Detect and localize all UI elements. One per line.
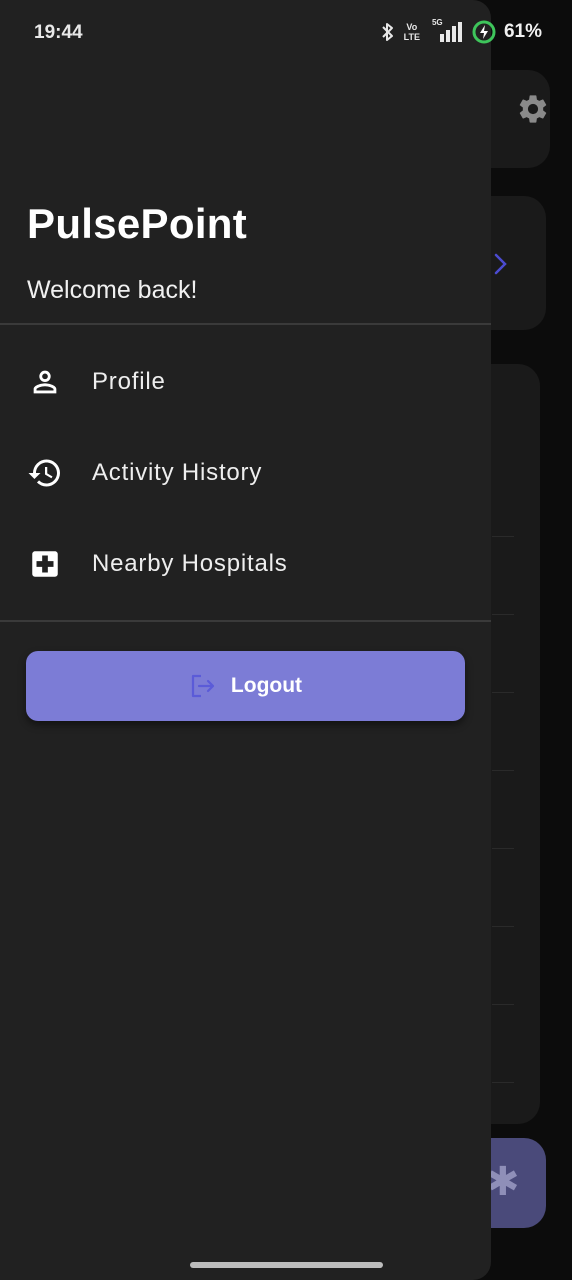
logout-button[interactable]: Logout [26, 651, 465, 721]
background-divider [492, 770, 514, 771]
menu-item-activity-history[interactable]: Activity History [0, 433, 491, 513]
status-icons: Vo LTE 5G 61% [380, 18, 542, 44]
menu-item-profile[interactable]: Profile [0, 342, 491, 422]
background-divider [492, 536, 514, 537]
menu-label-activity-history: Activity History [92, 459, 263, 486]
volte-icon: Vo LTE [403, 22, 420, 42]
app-title: PulsePoint [27, 200, 248, 247]
person-icon [26, 363, 64, 401]
background-divider [492, 1082, 514, 1083]
bluetooth-icon [381, 23, 393, 41]
chevron-right-icon [494, 253, 507, 275]
status-bar: 19:44 Vo LTE 5G 61% [0, 0, 572, 70]
background-divider [492, 1004, 514, 1005]
logout-icon [191, 674, 215, 698]
menu-label-profile: Profile [92, 368, 166, 395]
header-divider [0, 323, 491, 325]
background-divider [492, 926, 514, 927]
battery-charging-icon [472, 20, 496, 44]
background-divider [492, 848, 514, 849]
home-indicator[interactable] [190, 1262, 383, 1268]
status-time: 19:44 [34, 22, 83, 43]
settings-icon [519, 95, 547, 123]
hospital-icon [26, 545, 64, 583]
background-divider [492, 692, 514, 693]
welcome-text: Welcome back! [27, 276, 198, 304]
battery-percent: 61% [503, 21, 542, 42]
menu-item-nearby-hospitals[interactable]: Nearby Hospitals [0, 524, 491, 604]
menu-label-nearby-hospitals: Nearby Hospitals [92, 550, 288, 577]
signal-icon: 5G [428, 18, 464, 44]
history-icon [26, 454, 64, 492]
menu-divider [0, 620, 491, 622]
logout-label: Logout [230, 674, 303, 697]
navigation-drawer: PulsePoint Welcome back! Profile Activit… [0, 0, 491, 1280]
background-divider [492, 614, 514, 615]
screen: ✱ PulsePoint Welcome back! Profile Activ… [0, 0, 572, 1280]
